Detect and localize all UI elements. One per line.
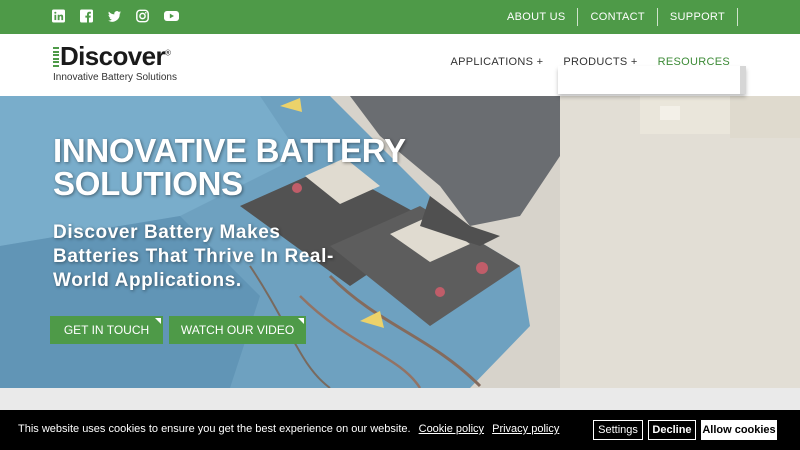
top-bar: ABOUT US CONTACT SUPPORT <box>0 0 800 34</box>
cookie-message-text: This website uses cookies to ensure you … <box>18 423 411 435</box>
youtube-icon[interactable] <box>164 9 179 23</box>
cookie-settings-button[interactable]: Settings <box>593 420 643 440</box>
about-us-link[interactable]: ABOUT US <box>495 8 577 26</box>
section-band <box>0 388 800 410</box>
logo-bars-icon <box>53 47 59 67</box>
logo[interactable]: Discover® Innovative Battery Solutions <box>53 41 193 83</box>
contact-link[interactable]: CONTACT <box>578 8 656 26</box>
cookie-decline-button[interactable]: Decline <box>648 420 696 440</box>
privacy-policy-link[interactable]: Privacy policy <box>492 423 559 435</box>
hero-banner: INNOVATIVE BATTERY SOLUTIONS Discover Ba… <box>0 96 800 388</box>
logo-tagline: Innovative Battery Solutions <box>53 72 177 83</box>
watch-video-button[interactable]: WATCH OUR VIDEO <box>169 316 306 344</box>
linkedin-icon[interactable] <box>52 9 65 23</box>
twitter-icon[interactable] <box>108 9 121 23</box>
utility-nav: ABOUT US CONTACT SUPPORT <box>495 0 738 34</box>
resources-dropdown-panel <box>558 66 746 94</box>
nav-applications[interactable]: APPLICATIONS + <box>450 56 543 68</box>
logo-wordmark: Discover® <box>53 41 193 71</box>
allow-cookies-button[interactable]: Allow cookies <box>701 420 777 440</box>
divider <box>737 8 738 26</box>
cookie-banner: This website uses cookies to ensure you … <box>0 410 800 450</box>
instagram-icon[interactable] <box>136 9 149 23</box>
hero-title: INNOVATIVE BATTERY SOLUTIONS <box>53 132 406 202</box>
support-link[interactable]: SUPPORT <box>658 8 737 26</box>
logo-text: Discover® <box>60 41 171 71</box>
get-in-touch-button[interactable]: GET IN TOUCH <box>50 316 163 344</box>
facebook-icon[interactable] <box>80 9 93 23</box>
social-links <box>52 9 179 23</box>
cookie-policy-link[interactable]: Cookie policy <box>419 423 484 435</box>
cookie-message: This website uses cookies to ensure you … <box>18 423 559 435</box>
hero-subtitle: Discover Battery Makes Batteries That Th… <box>53 222 334 291</box>
